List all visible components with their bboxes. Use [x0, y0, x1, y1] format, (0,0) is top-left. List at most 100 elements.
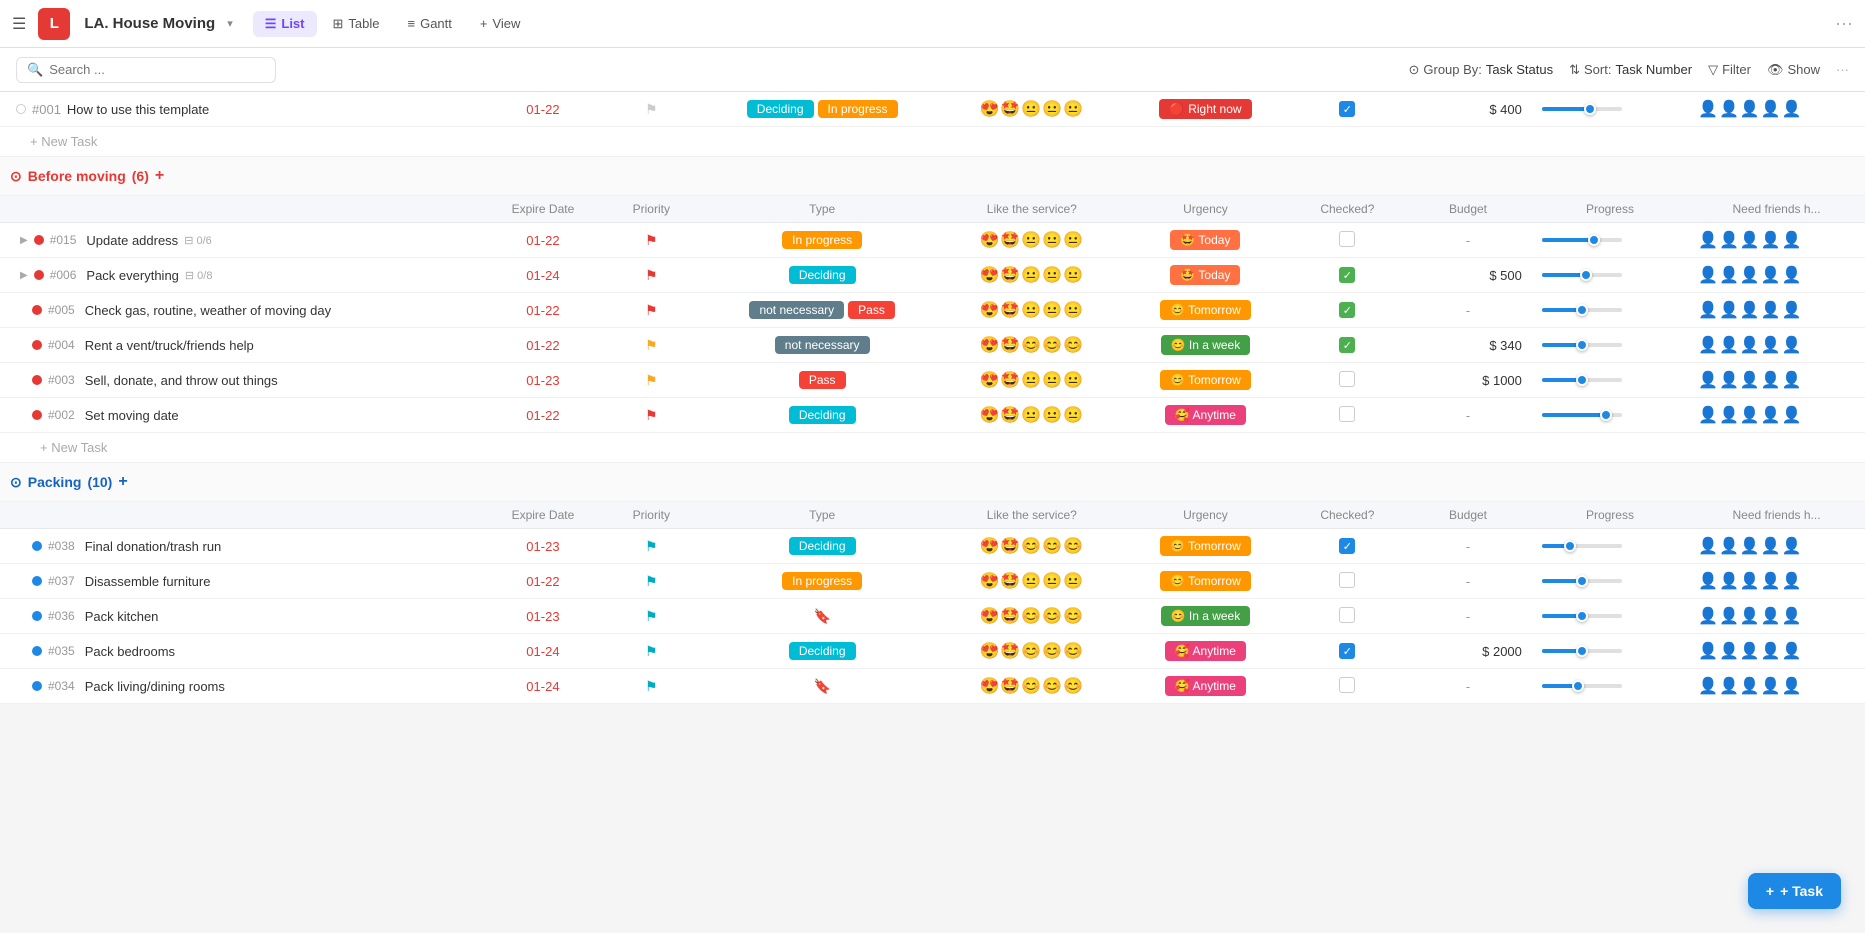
task-checked[interactable]: ✓: [1291, 634, 1405, 669]
task-type[interactable]: Deciding: [701, 634, 943, 669]
task-checked[interactable]: ✓: [1291, 92, 1405, 127]
progress-thumb[interactable]: [1576, 610, 1588, 622]
task-name[interactable]: Set moving date: [85, 408, 179, 423]
nav-view[interactable]: + View: [468, 11, 533, 37]
progress-track[interactable]: [1542, 649, 1622, 653]
task-name[interactable]: Disassemble furniture: [85, 574, 211, 589]
new-task-label[interactable]: + New Task: [0, 433, 1865, 463]
task-type[interactable]: not necessary: [701, 328, 943, 363]
progress-thumb[interactable]: [1600, 409, 1612, 421]
task-checked[interactable]: ✓: [1291, 258, 1405, 293]
task-checked[interactable]: [1291, 398, 1405, 433]
checkbox[interactable]: [1339, 677, 1355, 693]
progress-track[interactable]: [1542, 107, 1622, 111]
task-name[interactable]: Pack kitchen: [85, 609, 159, 624]
progress-track[interactable]: [1542, 544, 1622, 548]
progress-thumb[interactable]: [1572, 680, 1584, 692]
task-type[interactable]: 🔖: [701, 669, 943, 704]
task-name[interactable]: Update address: [86, 233, 178, 248]
filter-action[interactable]: ▽ Filter: [1708, 62, 1751, 78]
progress-thumb[interactable]: [1576, 645, 1588, 657]
task-name[interactable]: How to use this template: [67, 102, 209, 117]
badge-deciding: Deciding: [747, 100, 814, 118]
progress-track[interactable]: [1542, 238, 1622, 242]
new-task-label[interactable]: + New Task: [0, 127, 1865, 157]
checkbox[interactable]: ✓: [1339, 643, 1355, 659]
task-checked[interactable]: ✓: [1291, 529, 1405, 564]
task-type[interactable]: Deciding: [701, 258, 943, 293]
progress-thumb[interactable]: [1576, 304, 1588, 316]
task-name[interactable]: Check gas, routine, weather of moving da…: [85, 303, 331, 318]
task-name[interactable]: Pack everything: [86, 268, 179, 283]
task-type[interactable]: Pass: [701, 363, 943, 398]
task-checked[interactable]: ✓: [1291, 328, 1405, 363]
checkbox[interactable]: [1339, 406, 1355, 422]
checkbox[interactable]: [1339, 607, 1355, 623]
progress-thumb[interactable]: [1576, 339, 1588, 351]
search-input[interactable]: [49, 62, 265, 77]
checkbox[interactable]: ✓: [1339, 337, 1355, 353]
progress-track[interactable]: [1542, 273, 1622, 277]
progress-thumb[interactable]: [1576, 575, 1588, 587]
task-type[interactable]: Deciding: [701, 529, 943, 564]
progress-track[interactable]: [1542, 378, 1622, 382]
task-type[interactable]: Deciding In progress: [701, 92, 943, 127]
group-by-action[interactable]: ⊙ Group By: Task Status: [1408, 62, 1553, 78]
checkbox[interactable]: ✓: [1339, 538, 1355, 554]
progress-track[interactable]: [1542, 579, 1622, 583]
task-type[interactable]: In progress: [701, 564, 943, 599]
project-dropdown[interactable]: ▾: [227, 17, 233, 30]
checkbox[interactable]: [1339, 371, 1355, 387]
sort-action[interactable]: ⇅ Sort: Task Number: [1569, 62, 1692, 78]
task-type[interactable]: In progress: [701, 223, 943, 258]
task-type[interactable]: 🔖: [701, 599, 943, 634]
progress-thumb[interactable]: [1576, 374, 1588, 386]
checkbox[interactable]: [1339, 231, 1355, 247]
progress-thumb[interactable]: [1588, 234, 1600, 246]
task-name[interactable]: Pack living/dining rooms: [85, 679, 225, 694]
progress-thumb[interactable]: [1580, 269, 1592, 281]
new-task-row-before[interactable]: + New Task: [0, 433, 1865, 463]
task-name[interactable]: Sell, donate, and throw out things: [85, 373, 278, 388]
more-toolbar[interactable]: ···: [1836, 62, 1849, 77]
progress-track[interactable]: [1542, 614, 1622, 618]
checkbox[interactable]: ✓: [1339, 101, 1355, 117]
new-task-row-top[interactable]: + New Task: [0, 127, 1865, 157]
show-action[interactable]: 👁 Show: [1767, 62, 1820, 78]
progress-track[interactable]: [1542, 413, 1622, 417]
nav-table[interactable]: ⊞ Table: [321, 11, 392, 37]
task-name[interactable]: Rent a vent/truck/friends help: [85, 338, 254, 353]
search-box[interactable]: 🔍: [16, 57, 276, 83]
group-collapse-icon[interactable]: ⊙: [10, 474, 22, 491]
group-add-before[interactable]: +: [155, 167, 164, 185]
task-name[interactable]: Final donation/trash run: [85, 539, 222, 554]
progress-track[interactable]: [1542, 343, 1622, 347]
top-nav: ☰ L LA. House Moving ▾ ☰ List ⊞ Table ≡ …: [0, 0, 1865, 48]
progress-thumb[interactable]: [1564, 540, 1576, 552]
task-checked[interactable]: [1291, 223, 1405, 258]
progress-track[interactable]: [1542, 684, 1622, 688]
progress-thumb[interactable]: [1584, 103, 1596, 115]
task-priority: ⚑: [602, 258, 701, 293]
task-checked[interactable]: [1291, 564, 1405, 599]
checkbox[interactable]: ✓: [1339, 302, 1355, 318]
nav-gantt[interactable]: ≡ Gantt: [395, 11, 463, 37]
task-checked[interactable]: [1291, 363, 1405, 398]
expand-icon[interactable]: ▶: [20, 270, 28, 281]
nav-list[interactable]: ☰ List: [253, 11, 317, 37]
task-type[interactable]: not necessary Pass: [701, 293, 943, 328]
task-name[interactable]: Pack bedrooms: [85, 644, 175, 659]
group-collapse-icon[interactable]: ⊙: [10, 168, 22, 185]
task-checked[interactable]: [1291, 599, 1405, 634]
checkbox[interactable]: [1339, 572, 1355, 588]
task-checked[interactable]: ✓: [1291, 293, 1405, 328]
expand-icon[interactable]: ▶: [20, 235, 28, 246]
task-type[interactable]: Deciding: [701, 398, 943, 433]
task-checked[interactable]: [1291, 669, 1405, 704]
more-options[interactable]: ···: [1835, 13, 1853, 34]
plus-task-button[interactable]: + + Task: [1748, 873, 1841, 909]
menu-icon[interactable]: ☰: [12, 14, 26, 34]
group-add-packing[interactable]: +: [118, 473, 127, 491]
progress-track[interactable]: [1542, 308, 1622, 312]
checkbox[interactable]: ✓: [1339, 267, 1355, 283]
